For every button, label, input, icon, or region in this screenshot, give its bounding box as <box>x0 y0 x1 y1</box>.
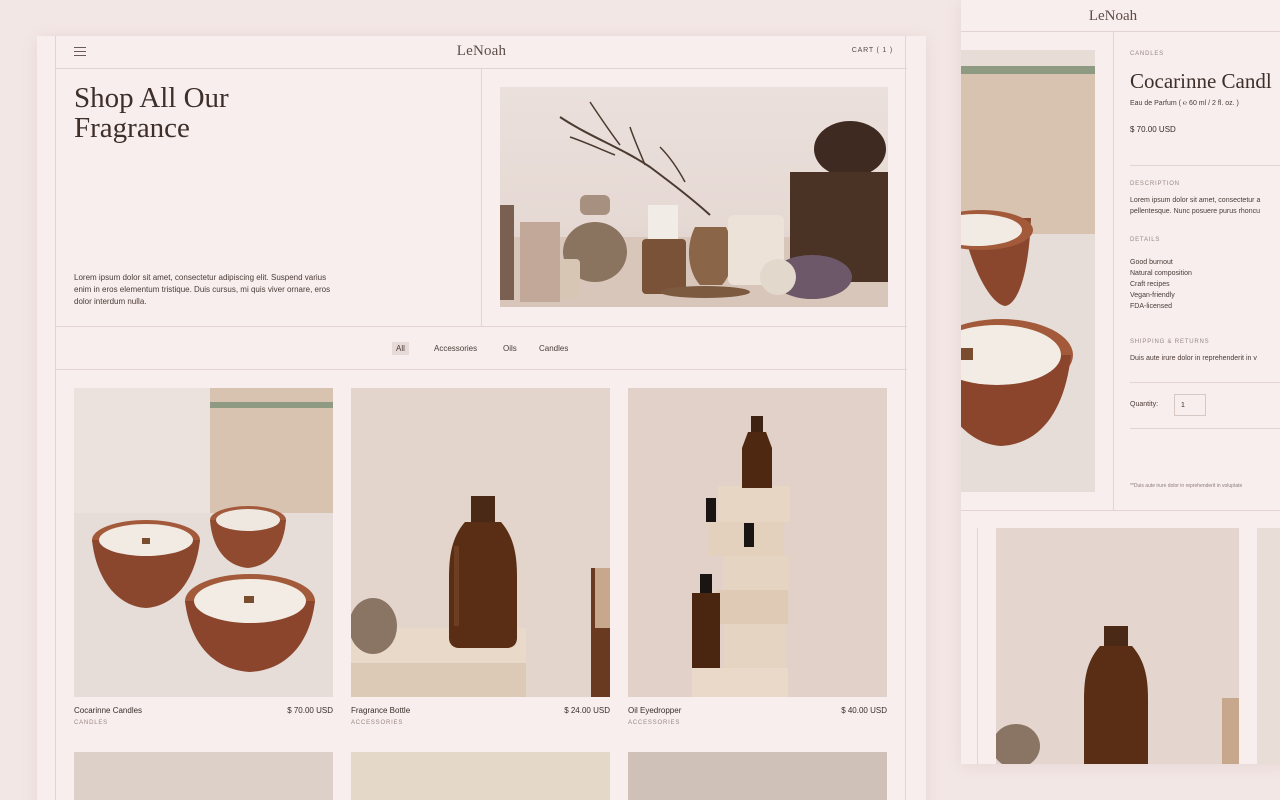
filter-accessories[interactable]: Accessories <box>430 342 481 355</box>
hero-section: Shop All Our Fragrance Lorem ipsum dolor… <box>56 69 907 327</box>
details-item: Craft recipes <box>1130 281 1170 288</box>
divider <box>961 510 1280 511</box>
product-main-image <box>961 50 1095 492</box>
details-item: Vegan-friendly <box>1130 292 1175 299</box>
vertical-divider <box>977 528 978 764</box>
product-title: Cocarinne Candl <box>1130 69 1272 93</box>
details-item: Natural composition <box>1130 270 1192 277</box>
divider <box>1130 165 1280 166</box>
description-text: Lorem ipsum dolor sit amet, consectetur … <box>1130 197 1261 204</box>
product-card-partial[interactable] <box>628 752 887 800</box>
product-price: $ 24.00 USD <box>564 706 610 715</box>
shipping-heading: SHIPPING & RETURNS <box>1130 339 1210 345</box>
product-category-label: CANDLES <box>1130 51 1164 57</box>
product-price: $ 40.00 USD <box>841 706 887 715</box>
product-card-partial[interactable] <box>74 752 333 800</box>
product-name[interactable]: Fragrance Bottle <box>351 706 410 715</box>
product-card[interactable]: Cocarinne Candles $ 70.00 USD CANDLES <box>74 388 333 726</box>
filter-all[interactable]: All <box>392 342 409 355</box>
product-name[interactable]: Oil Eyedropper <box>628 706 681 715</box>
product-name[interactable]: Cocarinne Candles <box>74 706 142 715</box>
related-product-image-partial[interactable] <box>1257 528 1280 764</box>
product-category: ACCESSORIES <box>351 720 404 726</box>
shop-window: LeNoah CART ( 1 ) Shop All Our Fragrance… <box>37 36 926 800</box>
shop-page: LeNoah CART ( 1 ) Shop All Our Fragrance… <box>55 36 907 800</box>
product-price: $ 70.00 USD <box>1130 125 1176 134</box>
product-card[interactable]: Oil Eyedropper $ 40.00 USD ACCESSORIES <box>628 388 887 726</box>
product-card-partial[interactable] <box>351 752 610 800</box>
details-item: Good burnout <box>1130 259 1173 266</box>
site-logo[interactable]: LeNoah <box>961 8 1265 25</box>
quantity-input[interactable] <box>1174 394 1206 416</box>
product-category: CANDLES <box>74 720 108 726</box>
hero-text-panel: Shop All Our Fragrance Lorem ipsum dolor… <box>56 69 482 327</box>
product-header: LeNoah <box>961 0 1280 32</box>
quantity-label: Quantity: <box>1130 401 1159 408</box>
details-heading: DETAILS <box>1130 237 1161 243</box>
vertical-divider <box>1113 32 1114 510</box>
product-card[interactable]: Fragrance Bottle $ 24.00 USD ACCESSORIES <box>351 388 610 726</box>
product-image-eyedropper[interactable] <box>628 388 887 697</box>
divider <box>1130 428 1280 429</box>
product-image-candles[interactable] <box>74 388 333 697</box>
shipping-text: Duis aute irure dolor in reprehenderit i… <box>1130 355 1257 362</box>
description-text: pellentesque. Nunc posuere purus rhoncu <box>1130 208 1260 215</box>
hero-still-life-image <box>500 87 888 307</box>
hero-description: Lorem ipsum dolor sit amet, consectetur … <box>74 273 331 306</box>
divider <box>1130 382 1280 383</box>
category-filter-bar: All Accessories Oils Candles <box>56 328 907 370</box>
product-subtitle: Eau de Parfum ( ℮ 60 ml / 2 fl. oz. ) <box>1130 100 1239 107</box>
product-image-bottle[interactable] <box>351 388 610 697</box>
page-title: Shop All Our Fragrance <box>74 82 229 144</box>
product-price: $ 70.00 USD <box>287 706 333 715</box>
cart-link[interactable]: CART ( 1 ) <box>852 47 893 54</box>
site-logo[interactable]: LeNoah <box>56 43 907 60</box>
product-footnote: **Duis aute irure dolor in reprehenderit… <box>1130 483 1243 489</box>
details-item: FDA-licensed <box>1130 303 1173 310</box>
description-heading: DESCRIPTION <box>1130 181 1180 187</box>
site-header: LeNoah CART ( 1 ) <box>56 36 907 69</box>
filter-candles[interactable]: Candles <box>535 342 572 355</box>
filter-oils[interactable]: Oils <box>499 342 521 355</box>
related-product-image-bottle[interactable] <box>996 528 1239 764</box>
product-category: ACCESSORIES <box>628 720 681 726</box>
product-detail-window: LeNoah CANDLES Cocarinne Candl Eau de Pa… <box>961 0 1280 764</box>
